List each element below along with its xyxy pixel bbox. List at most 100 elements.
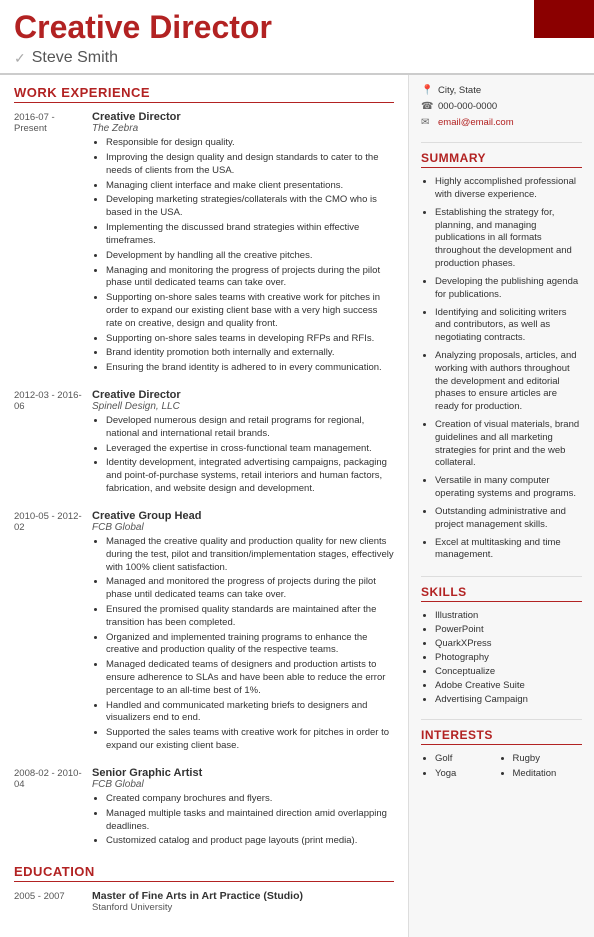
list-item: Establishing the strategy for, planning,… [435, 207, 582, 271]
job-bullets: Responsible for design quality. Improving… [92, 137, 394, 375]
divider-1 [421, 142, 582, 143]
list-item: Developing the publishing agenda for pub… [435, 276, 582, 302]
job-body: Creative DirectorThe Zebra Responsible fo… [92, 111, 394, 377]
edu-dates: 2005 - 2007 [14, 890, 84, 913]
list-item: Yoga [435, 768, 505, 779]
work-experience-heading: WORK EXPERIENCE [14, 85, 394, 103]
phone-icon: ☎ [421, 101, 433, 112]
left-column: WORK EXPERIENCE 2016-07 - Present Creativ… [0, 75, 409, 937]
list-item: Brand identity promotion both internally… [106, 347, 394, 360]
job-title: Senior Graphic Artist [92, 767, 394, 779]
email-link[interactable]: email@email.com [438, 117, 514, 128]
contact-phone: ☎ 000-000-0000 [421, 101, 582, 112]
list-item: Highly accomplished professional with di… [435, 176, 582, 202]
list-item: Implementing the discussed brand strateg… [106, 222, 394, 248]
list-item: Supporting on-shore sales teams in devel… [106, 333, 394, 346]
edu-container: 2005 - 2007 Master of Fine Arts in Art Pr… [14, 890, 394, 913]
job-title: Creative Director [92, 111, 394, 123]
summary-heading: SUMMARY [421, 151, 582, 168]
list-item: Outstanding administrative and project m… [435, 506, 582, 532]
job-dates: 2016-07 - Present [14, 111, 84, 134]
job-title: Creative Director [92, 389, 394, 401]
list-item: Handled and communicated marketing brief… [106, 700, 394, 726]
education-heading: EDUCATION [14, 864, 394, 882]
job-bullets: Developed numerous design and retail pro… [92, 415, 394, 496]
summary-section: SUMMARY Highly accomplished professional… [421, 151, 582, 562]
list-item: Rugby [513, 753, 583, 764]
location-icon: 📍 [421, 85, 433, 96]
job-bullets: Managed the creative quality and product… [92, 536, 394, 753]
skills-heading: SKILLS [421, 585, 582, 602]
job-entry: 2012-03 - 2016-06 Creative DirectorSpinel… [14, 389, 394, 498]
list-item: Advertising Campaign [435, 694, 582, 705]
list-item: Development by handling all the creative… [106, 250, 394, 263]
checkmark-icon: ✓ [14, 50, 26, 67]
job-entry: 2010-05 - 2012-02 Creative Group HeadFCB … [14, 510, 394, 755]
edu-degree: Master of Fine Arts in Art Practice (Stu… [92, 890, 394, 902]
contact-email[interactable]: ✉ email@email.com [421, 117, 582, 128]
list-item: Customized catalog and product page layo… [106, 835, 394, 848]
main-content: WORK EXPERIENCE 2016-07 - Present Creativ… [0, 75, 594, 937]
job-bullets: Created company brochures and flyers. Man… [92, 793, 394, 848]
list-item: Photography [435, 652, 582, 663]
list-item: Responsible for design quality. [106, 137, 394, 150]
job-dates: 2010-05 - 2012-02 [14, 510, 84, 533]
list-item: Developed numerous design and retail pro… [106, 415, 394, 441]
list-item: Leveraged the expertise in cross-functio… [106, 443, 394, 456]
jobs-container: 2016-07 - PresentCreative DirectorThe Ze… [14, 111, 394, 850]
contact-section: 📍 City, State ☎ 000-000-0000 ✉ email@ema… [421, 85, 582, 128]
header-accent-block [534, 0, 594, 38]
job-dates: 2008-02 - 2010-04 [14, 767, 84, 790]
interests-heading: INTERESTS [421, 728, 582, 745]
list-item: Versatile in many computer operating sys… [435, 475, 582, 501]
list-item: Created company brochures and flyers. [106, 793, 394, 806]
job-company: FCB Global [92, 779, 394, 790]
divider-3 [421, 719, 582, 720]
list-item: QuarkXPress [435, 638, 582, 649]
list-item: Improving the design quality and design … [106, 152, 394, 178]
list-item: Supporting on-shore sales teams with cre… [106, 292, 394, 330]
list-item: Creation of visual materials, brand guid… [435, 419, 582, 470]
list-item: Supported the sales teams with creative … [106, 727, 394, 753]
list-item: Conceptualize [435, 666, 582, 677]
list-item: Ensured the promised quality standards a… [106, 604, 394, 630]
list-item: Excel at multitasking and time managemen… [435, 537, 582, 563]
edu-entry: 2005 - 2007 Master of Fine Arts in Art Pr… [14, 890, 394, 913]
list-item: Identity development, integrated adverti… [106, 457, 394, 495]
list-item: Managed multiple tasks and maintained di… [106, 808, 394, 834]
header-left: Creative Director ✓ Steve Smith [14, 10, 580, 67]
job-company: Spinell Design, LLC [92, 401, 394, 412]
email-icon: ✉ [421, 117, 433, 128]
list-item: PowerPoint [435, 624, 582, 635]
skills-list: IllustrationPowerPointQuarkXPressPhotogr… [421, 610, 582, 705]
page-title: Creative Director [14, 10, 580, 45]
list-item: Identifying and soliciting writers and c… [435, 307, 582, 345]
job-company: FCB Global [92, 522, 394, 533]
job-entry: 2016-07 - Present Creative DirectorThe Ze… [14, 111, 394, 377]
candidate-name: ✓ Steve Smith [14, 49, 580, 67]
edu-school: Stanford University [92, 902, 394, 913]
job-body: Creative Group HeadFCB Global Managed the… [92, 510, 394, 755]
right-column: 📍 City, State ☎ 000-000-0000 ✉ email@ema… [409, 75, 594, 937]
list-item: Adobe Creative Suite [435, 680, 582, 691]
job-company: The Zebra [92, 123, 394, 134]
contact-location: 📍 City, State [421, 85, 582, 96]
skills-section: SKILLS IllustrationPowerPointQuarkXPress… [421, 585, 582, 705]
list-item: Managed dedicated teams of designers and… [106, 659, 394, 697]
edu-body: Master of Fine Arts in Art Practice (Stu… [92, 890, 394, 913]
job-body: Creative DirectorSpinell Design, LLC Deve… [92, 389, 394, 498]
interests-section: INTERESTS Golf Rugby Yoga Meditation [421, 728, 582, 781]
list-item: Ensuring the brand identity is adhered t… [106, 362, 394, 375]
list-item: Managed the creative quality and product… [106, 536, 394, 574]
interests-list: Golf Rugby Yoga Meditation [421, 753, 582, 781]
list-item: Analyzing proposals, articles, and worki… [435, 350, 582, 414]
job-dates: 2012-03 - 2016-06 [14, 389, 84, 412]
list-item: Meditation [513, 768, 583, 779]
header: Creative Director ✓ Steve Smith [0, 0, 594, 75]
list-item: Organized and implemented training progr… [106, 632, 394, 658]
list-item: Golf [435, 753, 505, 764]
education-section: EDUCATION 2005 - 2007 Master of Fine Arts… [14, 864, 394, 913]
job-title: Creative Group Head [92, 510, 394, 522]
summary-bullets: Highly accomplished professional with di… [421, 176, 582, 562]
list-item: Managed and monitored the progress of pr… [106, 576, 394, 602]
